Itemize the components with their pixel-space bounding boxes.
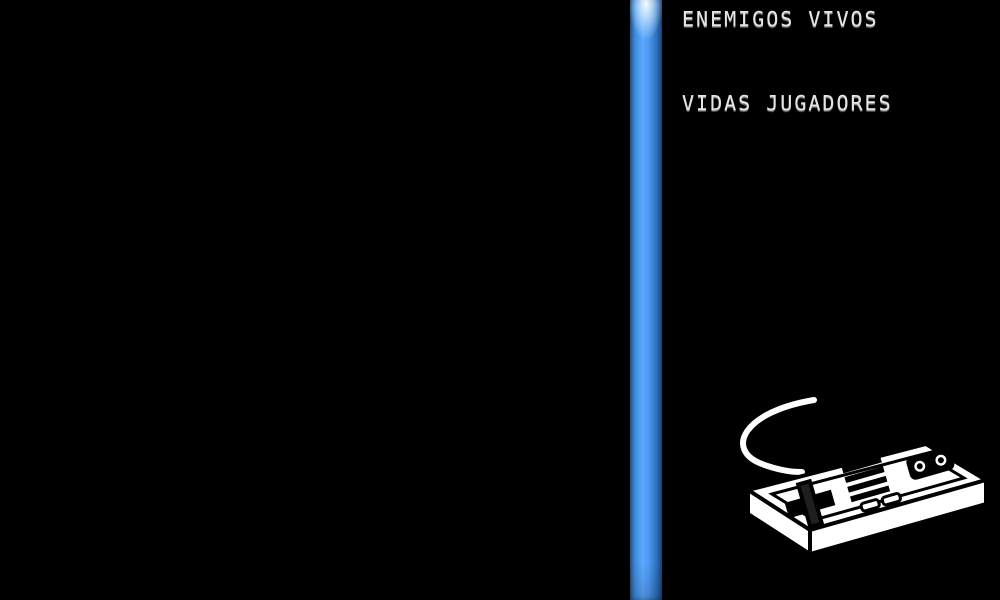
game-screen: ENEMIGOS VIVOS VIDAS JUGADORES [0,0,1000,600]
divider-bottom-highlight [630,564,662,600]
enemies-alive-label: ENEMIGOS VIVOS [682,7,879,31]
game-controller-icon [740,397,991,558]
divider-top-highlight [630,0,662,38]
player-lives-label: VIDAS JUGADORES [682,91,893,115]
play-field [0,0,630,600]
blue-divider-bar [630,0,662,600]
hud-panel: ENEMIGOS VIVOS VIDAS JUGADORES [662,0,1000,600]
